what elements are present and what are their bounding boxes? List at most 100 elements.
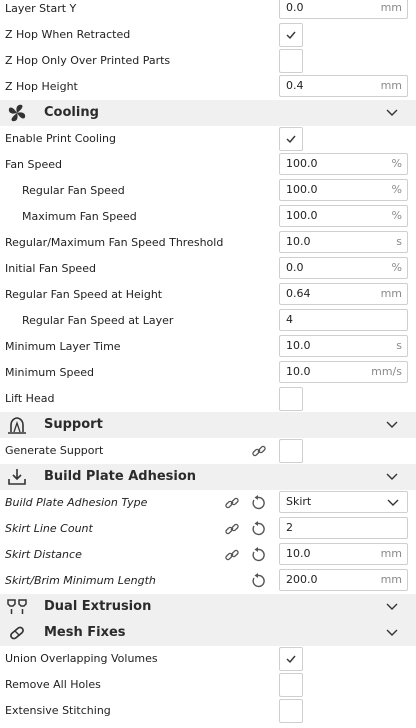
maximum-fan-speed-input[interactable]: 100.0 % (279, 205, 408, 227)
field-unit: % (391, 183, 402, 196)
category-build-plate-adhesion[interactable]: Build Plate Adhesion (0, 464, 416, 490)
field-value: 10.0 (286, 365, 311, 378)
setting-z-hop-height: Z Hop Height 0.4 mm (0, 74, 416, 100)
generate-support-checkbox[interactable] (279, 439, 303, 463)
regular-fan-speed-input[interactable]: 100.0 % (279, 179, 408, 201)
mesh-fix-icon (10, 626, 24, 640)
field-unit: mm (380, 1, 402, 14)
reset-icon[interactable] (250, 495, 266, 511)
field-value: 10.0 (286, 547, 311, 560)
field-unit: mm (380, 287, 402, 300)
field-unit: mm (380, 573, 402, 586)
category-title: Cooling (44, 105, 99, 120)
field-value: 0.0 (286, 261, 304, 274)
setting-label: Remove All Holes (5, 678, 101, 691)
chevron-down-icon[interactable] (386, 473, 398, 481)
field-unit: % (391, 209, 402, 222)
remove-all-holes-checkbox[interactable] (279, 673, 303, 697)
link-icon[interactable] (251, 443, 267, 459)
field-value: 100.0 (286, 157, 318, 170)
checkmark-icon (286, 655, 296, 664)
category-dual-extrusion[interactable]: Dual Extrusion (0, 594, 416, 620)
fan-speed-input[interactable]: 100.0 % (279, 153, 408, 175)
fan-speed-at-height-input[interactable]: 0.64 mm (279, 283, 408, 305)
setting-label: Union Overlapping Volumes (5, 652, 158, 665)
field-value: 100.0 (286, 209, 318, 222)
setting-label: Regular/Maximum Fan Speed Threshold (5, 236, 224, 249)
setting-label: Minimum Layer Time (5, 340, 121, 353)
setting-regular-fan-speed: Regular Fan Speed 100.0 % (0, 178, 416, 204)
setting-minimum-layer-time: Minimum Layer Time 10.0 s (0, 334, 416, 360)
field-value: 0.4 (286, 79, 304, 92)
setting-label: Z Hop Only Over Printed Parts (5, 54, 171, 67)
setting-maximum-fan-speed: Maximum Fan Speed 100.0 % (0, 204, 416, 230)
setting-label: Layer Start Y (5, 2, 77, 15)
field-value: 10.0 (286, 235, 311, 248)
initial-fan-speed-input[interactable]: 0.0 % (279, 257, 408, 279)
setting-label: Initial Fan Speed (5, 262, 96, 275)
build-plate-icon (8, 469, 26, 485)
extensive-stitching-checkbox[interactable] (279, 699, 303, 723)
chevron-down-icon[interactable] (386, 109, 398, 117)
z-hop-only-over-printed-checkbox[interactable] (279, 49, 303, 73)
link-icon[interactable] (224, 521, 240, 537)
field-unit: s (396, 339, 402, 352)
field-value: 0.64 (286, 287, 311, 300)
setting-fan-speed-at-height: Regular Fan Speed at Height 0.64 mm (0, 282, 416, 308)
skirt-min-length-input[interactable]: 200.0 mm (279, 569, 408, 591)
chevron-down-icon[interactable] (386, 629, 398, 637)
setting-label: Build Plate Adhesion Type (5, 496, 148, 509)
skirt-distance-input[interactable]: 10.0 mm (279, 543, 408, 565)
chevron-down-icon (387, 499, 399, 506)
setting-adhesion-type: Build Plate Adhesion Type Skirt (0, 490, 416, 516)
field-unit: mm (380, 79, 402, 92)
chevron-down-icon[interactable] (386, 603, 398, 611)
setting-label: Regular Fan Speed at Layer (22, 314, 174, 327)
fan-speed-threshold-input[interactable]: 10.0 s (279, 231, 408, 253)
setting-initial-fan-speed: Initial Fan Speed 0.0 % (0, 256, 416, 282)
minimum-layer-time-input[interactable]: 10.0 s (279, 335, 408, 357)
fan-icon (8, 104, 26, 122)
setting-generate-support: Generate Support (0, 438, 416, 464)
category-support[interactable]: Support (0, 412, 416, 438)
reset-icon[interactable] (250, 521, 266, 537)
z-hop-height-input[interactable]: 0.4 mm (279, 75, 408, 97)
category-cooling[interactable]: Cooling (0, 100, 416, 126)
reset-icon[interactable] (250, 573, 266, 589)
layer-start-y-input[interactable]: 0.0 mm (279, 0, 408, 19)
link-icon[interactable] (224, 495, 240, 511)
enable-print-cooling-checkbox[interactable] (279, 127, 303, 151)
reset-icon[interactable] (250, 547, 266, 563)
setting-skirt-line-count: Skirt Line Count 2 (0, 516, 416, 542)
setting-label: Skirt/Brim Minimum Length (5, 574, 156, 587)
field-unit: mm (380, 547, 402, 560)
fan-speed-at-layer-input[interactable]: 4 (279, 309, 408, 331)
field-value: 200.0 (286, 573, 318, 586)
setting-label: Z Hop Height (5, 80, 78, 93)
setting-label: Maximum Fan Speed (22, 210, 137, 223)
support-icon (8, 417, 26, 434)
setting-skirt-min-length: Skirt/Brim Minimum Length 200.0 mm (0, 568, 416, 594)
setting-minimum-speed: Minimum Speed 10.0 mm/s (0, 360, 416, 386)
setting-label: Z Hop When Retracted (5, 28, 131, 41)
category-title: Support (44, 417, 103, 432)
setting-label: Enable Print Cooling (5, 132, 116, 145)
field-value: 100.0 (286, 183, 318, 196)
field-unit: % (391, 157, 402, 170)
setting-label: Skirt Distance (5, 548, 82, 561)
setting-fan-speed: Fan Speed 100.0 % (0, 152, 416, 178)
skirt-line-count-input[interactable]: 2 (279, 517, 408, 539)
chevron-down-icon[interactable] (386, 421, 398, 429)
minimum-speed-input[interactable]: 10.0 mm/s (279, 361, 408, 383)
setting-enable-print-cooling: Enable Print Cooling (0, 126, 416, 152)
setting-z-hop-only-over-printed: Z Hop Only Over Printed Parts (0, 48, 416, 74)
category-mesh-fixes[interactable]: Mesh Fixes (0, 620, 416, 646)
lift-head-checkbox[interactable] (279, 387, 303, 411)
adhesion-type-select[interactable]: Skirt (279, 491, 408, 513)
z-hop-when-retracted-checkbox[interactable] (279, 23, 303, 47)
link-icon[interactable] (224, 547, 240, 563)
setting-label: Regular Fan Speed (22, 184, 125, 197)
union-overlapping-checkbox[interactable] (279, 647, 303, 671)
setting-label: Lift Head (5, 392, 55, 405)
category-title: Build Plate Adhesion (44, 469, 197, 484)
